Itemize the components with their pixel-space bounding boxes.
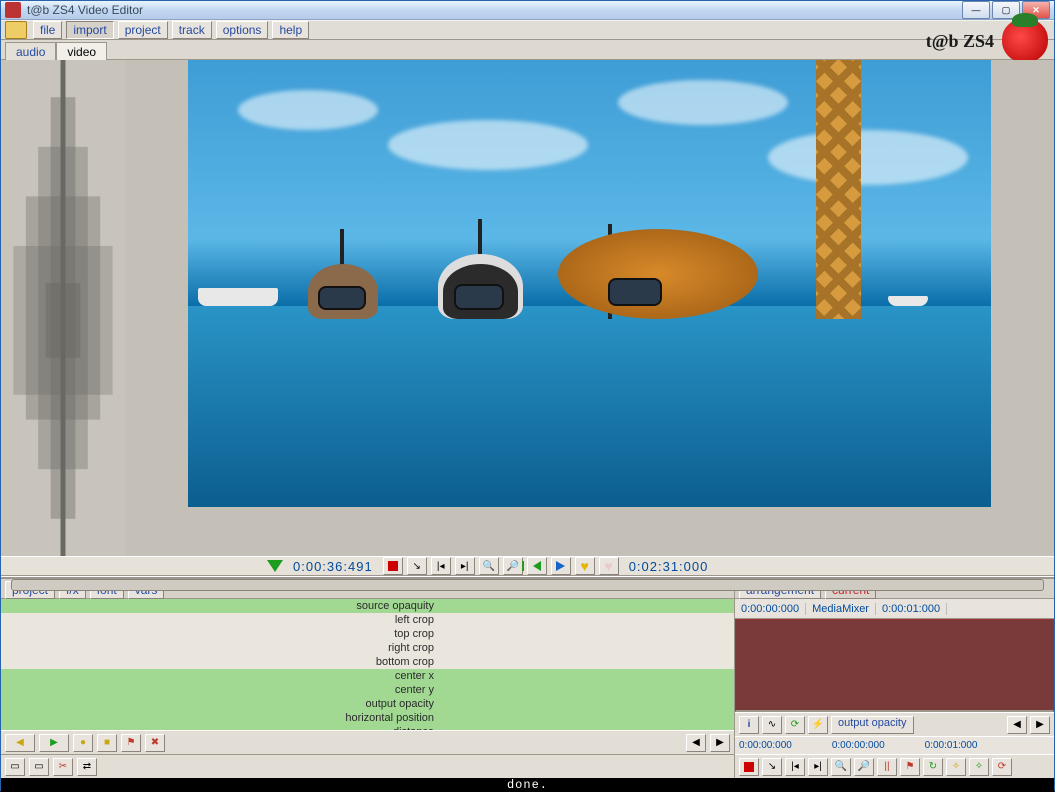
g-zoomout-button[interactable]: 🔎 [854,758,874,776]
minimize-button[interactable]: — [962,1,990,19]
output-opacity-button[interactable]: output opacity [831,716,914,734]
video-frame [188,60,991,507]
prop-play-button[interactable]: ▶ [39,734,69,752]
favorite2-button[interactable]: ♥ [599,557,619,575]
arrangement-header: 0:00:00:000 MediaMixer 0:00:01:000 [735,599,1054,619]
waveform [1,60,125,556]
zoom-in-button[interactable]: 🔍 [479,557,499,575]
stop-button[interactable] [383,557,403,575]
tab-audio[interactable]: audio [5,42,56,60]
prev-button[interactable] [527,557,547,575]
tr2: 0:00:01:000 [925,740,978,751]
arr-name: MediaMixer [806,603,876,615]
property-row[interactable]: top crop [1,627,734,641]
cut-button[interactable]: ✂ [53,758,73,776]
timeline-scrollbar[interactable] [1,576,1054,578]
av-tabs: audio video [1,40,1054,60]
property-row[interactable]: bottom crop [1,655,734,669]
prop-delete-button[interactable]: ✖ [145,734,165,752]
prop-left-button[interactable]: ◀ [686,734,706,752]
bottom-panels: project f/x font vars source opaquitylef… [1,578,1054,778]
strawberry-icon [1002,19,1048,63]
prop-flag-button[interactable]: ⚑ [121,734,141,752]
g-zoomin-button[interactable]: 🔍 [831,758,851,776]
menu-import[interactable]: import [66,21,113,39]
menu-project[interactable]: project [118,21,168,39]
arr-end: 0:00:01:000 [876,603,947,615]
preview-area [1,60,1054,556]
property-row[interactable]: source opaquity [1,599,734,613]
bolt-button[interactable]: ⚡ [808,716,828,734]
menu-options[interactable]: options [216,21,269,39]
current-time: 0:00:36:491 [293,559,373,574]
arrangement-panel: arrangement current 0:00:00:000 MediaMix… [734,579,1054,778]
video-preview [125,60,1054,556]
step-back-button[interactable]: |◂ [431,557,451,575]
prop-square-button[interactable]: ■ [97,734,117,752]
brand-text: t@b ZS4 [926,31,994,52]
track-region[interactable] [735,619,1054,712]
status-bar: done. [1,778,1054,792]
menubar: file import project track options help t… [1,20,1054,40]
g-stop-button[interactable] [739,758,759,776]
property-row[interactable]: right crop [1,641,734,655]
g-collapse-button[interactable]: ✧ [969,758,989,776]
brand: t@b ZS4 [926,19,1048,63]
sel2-button[interactable]: ▭ [29,758,49,776]
property-controls-2: ▭ ▭ ✂ ⇄ [1,754,734,778]
property-list[interactable]: source opaquityleft croptop cropright cr… [1,599,734,730]
info-button[interactable]: i [739,716,759,734]
tr1: 0:00:00:000 [832,740,885,751]
property-row[interactable]: horizontal position [1,711,734,725]
sel1-button[interactable]: ▭ [5,758,25,776]
play-button[interactable] [551,557,571,575]
wave-button[interactable]: ∿ [762,716,782,734]
properties-panel: project f/x font vars source opaquitylef… [1,579,734,778]
open-icon[interactable] [5,21,27,39]
loop-button[interactable]: ⟳ [785,716,805,734]
tr0: 0:00:00:000 [739,740,792,751]
global-controls: ↘ |◂ ▸| 🔍 🔎 || ⚑ ↻ ✧ ✧ ⟳ [735,754,1054,778]
skip-back-button[interactable]: ↘ [407,557,427,575]
step-fwd-button[interactable]: ▸| [455,557,475,575]
g-skip-button[interactable]: ↘ [762,758,782,776]
prop-right-button[interactable]: ▶ [710,734,730,752]
total-time: 0:02:31:000 [629,559,709,574]
tab-video[interactable]: video [56,42,107,60]
playhead-marker[interactable] [267,560,283,572]
g-redo-button[interactable]: ↻ [923,758,943,776]
arr-right-button[interactable]: ▶ [1030,716,1050,734]
track-controls: i ∿ ⟳ ⚡ output opacity ◀ ▶ [735,712,1054,736]
property-controls: ◀ ▶ ● ■ ⚑ ✖ ◀ ▶ [1,730,734,754]
time-ruler: 0:00:00:000 0:00:00:000 0:00:01:000 [735,736,1054,754]
g-refresh-button[interactable]: ⟳ [992,758,1012,776]
window-title: t@b ZS4 Video Editor [27,3,962,17]
transport-bar: 0:00:36:491 ↘ |◂ ▸| 🔍 🔎 ♥ ♥ 0:02:31:000 [1,556,1054,576]
g-expand-button[interactable]: ✧ [946,758,966,776]
property-row[interactable]: left crop [1,613,734,627]
arr-left-button[interactable]: ◀ [1007,716,1027,734]
link-button[interactable]: ⇄ [77,758,97,776]
property-row[interactable]: center y [1,683,734,697]
menu-help[interactable]: help [272,21,309,39]
prop-prev-button[interactable]: ◀ [5,734,35,752]
property-row[interactable]: output opacity [1,697,734,711]
zoom-out-button[interactable]: 🔎 [503,557,523,575]
g-flag-button[interactable]: ⚑ [900,758,920,776]
app-window: t@b ZS4 Video Editor — ▢ ✕ file import p… [0,0,1055,791]
g-stepfwd-button[interactable]: ▸| [808,758,828,776]
titlebar: t@b ZS4 Video Editor — ▢ ✕ [1,1,1054,20]
g-align-button[interactable]: || [877,758,897,776]
arr-start: 0:00:00:000 [735,603,806,615]
g-stepback-button[interactable]: |◂ [785,758,805,776]
prop-dot-button[interactable]: ● [73,734,93,752]
menu-file[interactable]: file [33,21,62,39]
app-icon [5,2,21,18]
menu-track[interactable]: track [172,21,212,39]
property-row[interactable]: distance [1,725,734,730]
favorite-button[interactable]: ♥ [575,557,595,575]
property-row[interactable]: center x [1,669,734,683]
